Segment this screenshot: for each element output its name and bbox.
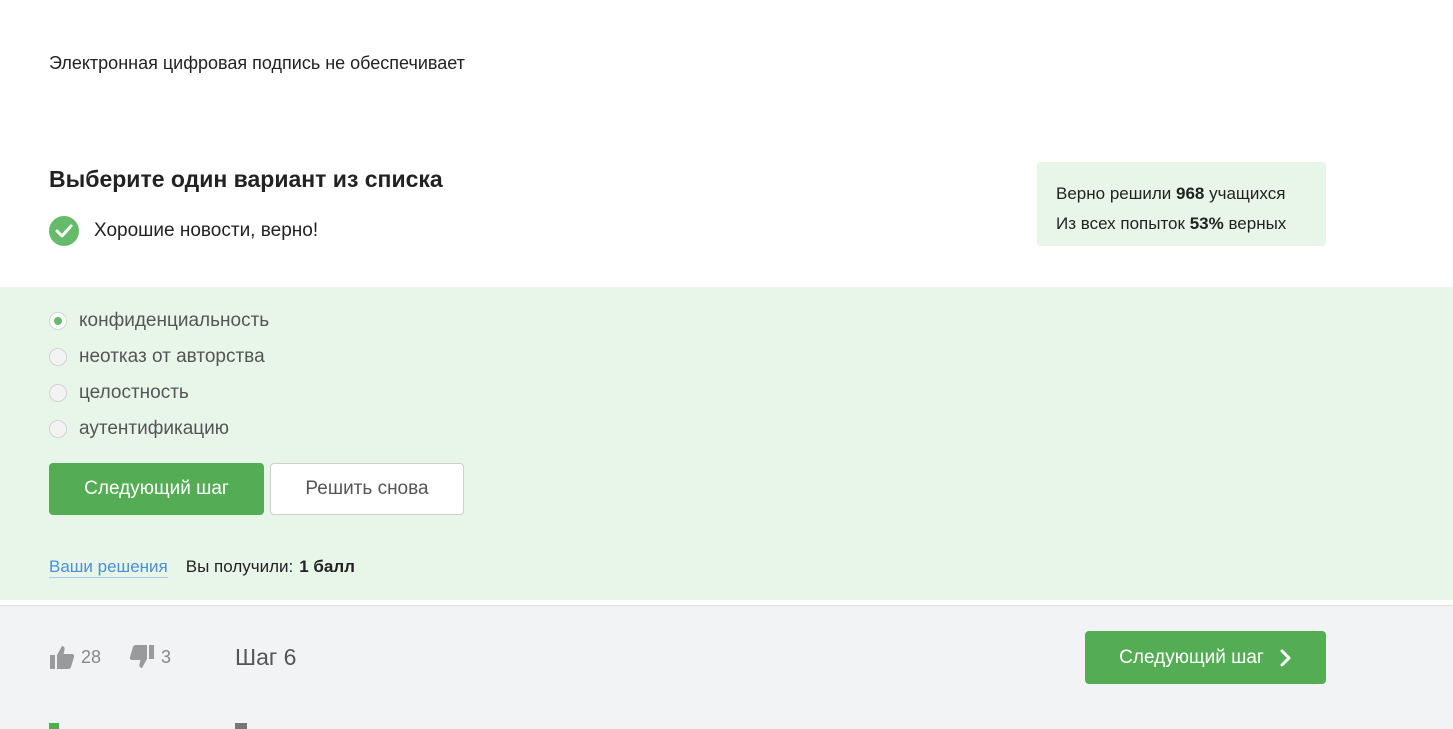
- stats-percent: Из всех попыток 53% верных: [1056, 214, 1287, 233]
- verdict: Хорошие новости, верно!: [49, 216, 318, 246]
- retry-button[interactable]: Решить снова: [270, 463, 464, 515]
- option-radio[interactable]: аутентификацию: [49, 418, 229, 440]
- your-solutions-link[interactable]: Ваши решения: [49, 557, 168, 578]
- answer-area: конфиденциальность неотказ от авторства …: [0, 287, 1453, 600]
- like-button[interactable]: 28: [49, 644, 101, 670]
- percent-value: 53%: [1189, 214, 1224, 233]
- question-text: Электронная цифровая подпись не обеспечи…: [49, 53, 465, 73]
- step-footer: 28 3 Шаг 6 Следующий шаг: [0, 605, 1453, 729]
- truncated-content: [49, 723, 59, 729]
- radio-icon[interactable]: [49, 420, 67, 438]
- result-text: Вы получили:: [185, 557, 294, 576]
- option-label[interactable]: конфиденциальность: [79, 310, 269, 332]
- dislike-count: 3: [161, 646, 172, 667]
- thumbs-up-icon: [50, 646, 75, 669]
- next-step-button[interactable]: Следующий шаг: [49, 463, 264, 515]
- option-label[interactable]: целостность: [79, 382, 189, 404]
- stats-solved: Верно решили 968 учащихся: [1056, 184, 1286, 203]
- option-radio[interactable]: целостность: [49, 382, 189, 404]
- check-circle-icon: [49, 216, 79, 246]
- like-count: 28: [81, 646, 102, 667]
- step-label: Шаг 6: [235, 644, 297, 670]
- option-radio[interactable]: конфиденциальность: [49, 310, 269, 332]
- result-line: Ваши решения Вы получили: 1 балл: [49, 557, 355, 578]
- truncated-content: [235, 723, 247, 729]
- thumbs-down-icon: [129, 645, 154, 668]
- radio-icon[interactable]: [49, 384, 67, 402]
- stats-panel: Верно решили 968 учащихся Из всех попыто…: [1037, 162, 1326, 246]
- task-title: Выберите один вариант из списка: [49, 166, 443, 192]
- solved-count: 968: [1176, 184, 1205, 203]
- next-step-label[interactable]: Следующий шаг: [1119, 647, 1264, 669]
- dislike-button[interactable]: 3: [129, 644, 171, 670]
- footer-next-step-button[interactable]: Следующий шаг: [1085, 631, 1326, 684]
- radio-icon[interactable]: [49, 348, 67, 366]
- chevron-right-icon: [1280, 649, 1292, 667]
- verdict-text: Хорошие новости, верно!: [94, 220, 319, 241]
- option-radio[interactable]: неотказ от авторства: [49, 346, 265, 368]
- option-label[interactable]: неотказ от авторства: [79, 346, 265, 368]
- radio-selected-icon[interactable]: [49, 312, 67, 330]
- score-value: 1 балл: [299, 557, 355, 576]
- option-label[interactable]: аутентификацию: [79, 418, 229, 440]
